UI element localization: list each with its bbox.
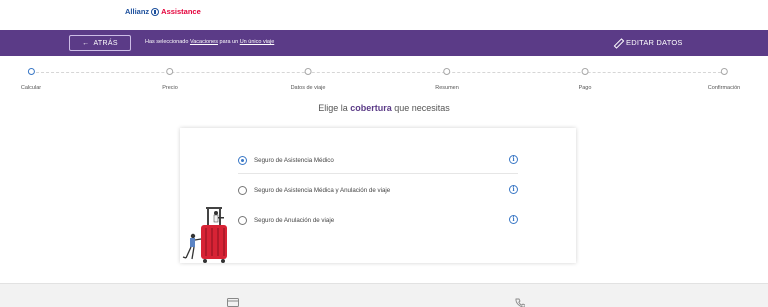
step-label: Precio	[162, 85, 178, 91]
radio-button[interactable]	[238, 185, 247, 195]
logo-text-allianz: Allianz	[125, 7, 150, 16]
selection-mid-text: para un	[219, 39, 239, 45]
selection-trip-link[interactable]: Vacaciones	[190, 39, 218, 45]
info-icon[interactable]: i	[509, 155, 518, 164]
step-calcular: Calcular	[21, 68, 41, 91]
radio-button[interactable]	[238, 155, 247, 165]
step-dot	[27, 68, 35, 75]
page-title: Elige la cobertura que necesitas	[0, 103, 768, 113]
stepper-track	[31, 72, 726, 73]
step-resumen: Resumen	[435, 68, 459, 91]
coverage-option-label: Seguro de Anulación de viaje	[254, 216, 335, 224]
title-prefix: Elige la	[318, 103, 348, 113]
step-label: Calcular	[20, 85, 42, 91]
step-label: Resumen	[435, 85, 459, 91]
step-dot	[720, 68, 728, 75]
step-label: Pago	[578, 85, 592, 91]
title-suffix: que necesitas	[394, 103, 450, 113]
logo-text-assistance: Assistance	[161, 7, 201, 16]
selection-prefix: Has seleccionado	[145, 39, 189, 45]
pencil-icon	[614, 39, 622, 47]
footer	[0, 283, 768, 307]
edit-data-label: EDITAR DATOS	[626, 38, 683, 47]
option-divider	[238, 173, 518, 174]
step-dot	[166, 68, 174, 75]
allianz-assistance-logo[interactable]: Allianz Assistance	[125, 7, 201, 16]
card-icon	[227, 298, 239, 307]
top-bar: Allianz Assistance	[0, 0, 768, 30]
step-dot	[581, 68, 589, 75]
step-label: Confirmación	[707, 85, 741, 91]
info-icon[interactable]: i	[509, 185, 518, 194]
phone-icon	[515, 298, 525, 307]
allianz-eagle-icon	[151, 7, 160, 16]
step-precio: Precio	[162, 68, 178, 91]
coverage-option-label: Seguro de Asistencia Médica y Anulación …	[254, 186, 391, 194]
arrow-left-icon: ←	[82, 39, 90, 47]
coverage-option-label: Seguro de Asistencia Médico	[254, 156, 334, 164]
coverage-option-asistencia-medico[interactable]: Seguro de Asistencia Médico	[238, 153, 518, 167]
step-label: Datos de viaje	[290, 85, 326, 91]
info-icon[interactable]: i	[509, 215, 518, 224]
step-dot	[304, 68, 312, 75]
step-dot	[443, 68, 451, 75]
coverage-option-asistencia-anulacion[interactable]: Seguro de Asistencia Médica y Anulación …	[238, 183, 518, 197]
step-datos-de-viaje: Datos de viaje	[290, 68, 326, 91]
back-button[interactable]: ← ATRÁS	[69, 35, 131, 51]
back-button-label: ATRÁS	[93, 39, 118, 47]
edit-data-button[interactable]: EDITAR DATOS	[614, 38, 683, 47]
selection-mode-link[interactable]: Un único viaje	[240, 39, 275, 45]
step-pago: Pago	[578, 68, 592, 91]
step-confirmacion: Confirmación	[708, 68, 740, 91]
coverage-option-anulacion[interactable]: Seguro de Anulación de viaje	[238, 213, 518, 227]
selection-summary: Has seleccionado Vacaciones para un Un ú…	[145, 39, 274, 45]
suitcase-traveler-illustration	[182, 207, 227, 263]
title-highlight: cobertura	[350, 103, 392, 113]
